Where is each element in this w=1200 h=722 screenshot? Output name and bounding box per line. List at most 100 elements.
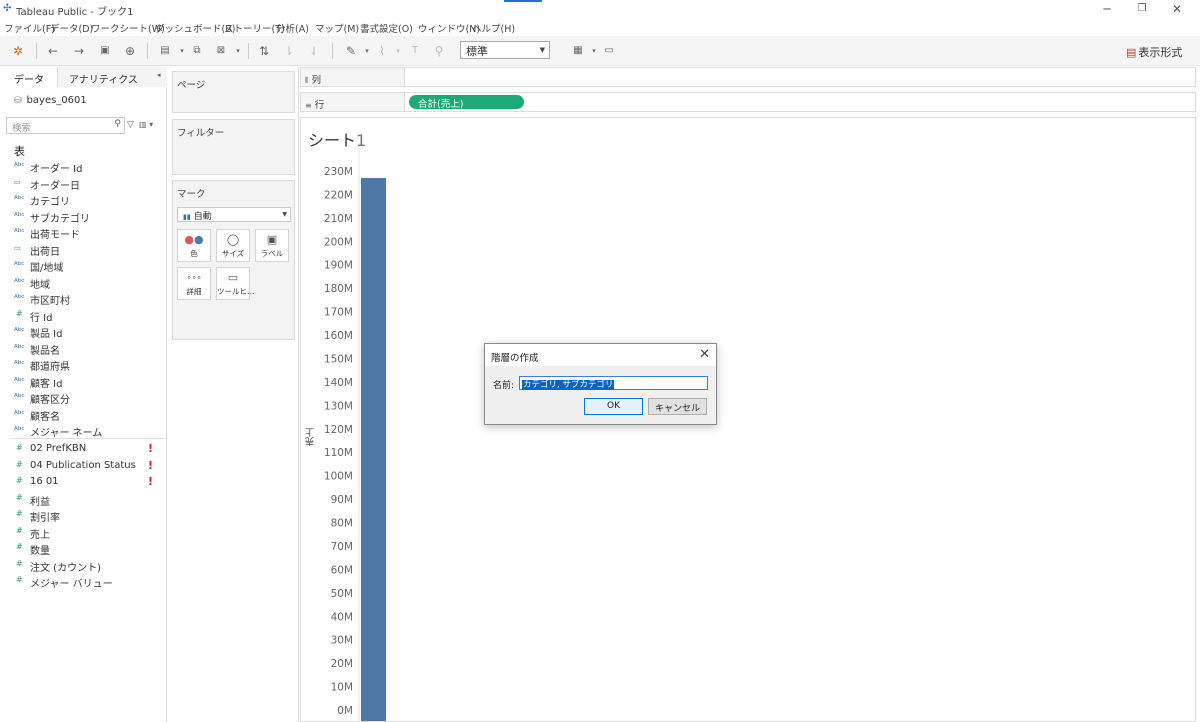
field-item[interactable]: Abc メジャー ネーム	[0, 423, 166, 439]
menu-map[interactable]: マップ(M)	[315, 21, 359, 35]
chevron-down-icon[interactable]: ▾	[390, 44, 406, 58]
label-button[interactable]: ▣ ラベル	[255, 229, 289, 262]
undo-icon[interactable]: ←	[45, 44, 61, 58]
abc-icon: Abc	[14, 409, 25, 416]
ok-button[interactable]: OK	[584, 398, 643, 415]
group-icon[interactable]: ⌇	[374, 44, 390, 58]
measure-item[interactable]: # 注文 (カウント)	[0, 558, 166, 574]
measure-item[interactable]: # 売上	[0, 525, 166, 541]
tableau-start-icon[interactable]: ✲	[10, 44, 26, 58]
menu-file[interactable]: ファイル(F)	[4, 21, 55, 35]
field-item[interactable]: Abc 顧客名	[0, 407, 166, 423]
pages-card[interactable]: ページ	[172, 71, 295, 113]
field-item[interactable]: Abc 都道府県	[0, 357, 166, 373]
field-item[interactable]: Abc 顧客 Id	[0, 374, 166, 390]
abc-icon: Abc	[14, 162, 25, 168]
clear-sheet-icon[interactable]: ⊠	[213, 44, 229, 58]
sort-desc-icon[interactable]: ⇃	[306, 44, 322, 58]
field-item[interactable]: Abc 顧客区分	[0, 390, 166, 406]
columns-drop-area[interactable]	[404, 68, 1195, 86]
field-label: 16 01	[30, 476, 59, 487]
tables-heading: 表	[14, 145, 25, 158]
close-icon[interactable]: ✕	[1167, 2, 1187, 16]
columns-icon: ⦀	[305, 76, 309, 85]
field-item[interactable]: Abc サブカテゴリ	[0, 209, 166, 225]
rows-drop-area[interactable]: 合計(売上)	[404, 93, 1195, 111]
restore-icon[interactable]: ❐	[1132, 3, 1152, 14]
field-item[interactable]: Abc オーダー Id	[0, 159, 166, 175]
measure-item[interactable]: # 割引率	[0, 508, 166, 524]
y-tick-label: 130M	[324, 400, 353, 412]
bar-mark[interactable]	[361, 178, 386, 721]
field-item[interactable]: # 行 Id	[0, 308, 166, 324]
tab-data[interactable]: データ	[0, 67, 58, 87]
search-input[interactable]: 検索 ⚲	[6, 117, 125, 134]
field-item[interactable]: ▭ 出荷日	[0, 242, 166, 258]
measure-item[interactable]: #02 PrefKBN!	[0, 442, 166, 458]
field-item[interactable]: Abc 出荷モード	[0, 225, 166, 241]
menu-analysis[interactable]: 分析(A)	[276, 21, 309, 35]
menu-worksheet[interactable]: ワークシート(W)	[91, 21, 165, 35]
field-item[interactable]: ▭ オーダー日	[0, 176, 166, 192]
new-sheet-icon[interactable]: ▤	[157, 44, 173, 58]
color-button[interactable]: ●● 色	[177, 229, 211, 262]
measure-item[interactable]: # メジャー バリュー	[0, 574, 166, 590]
field-label: 都道府県	[30, 362, 70, 373]
size-button[interactable]: ◯ サイズ	[216, 229, 250, 262]
cancel-button[interactable]: キャンセル	[648, 398, 707, 415]
menu-window[interactable]: ウィンドウ(N)	[418, 21, 480, 35]
filters-card[interactable]: フィルター	[172, 119, 295, 175]
y-tick-label: 140M	[324, 377, 353, 389]
chevron-down-icon[interactable]: ▾	[230, 44, 246, 58]
datasource-item[interactable]: ⛁ bayes_0601	[14, 95, 87, 106]
menu-format[interactable]: 書式設定(O)	[360, 21, 413, 35]
filter-icon[interactable]: ▽	[127, 120, 134, 130]
hierarchy-name-input[interactable]: カテゴリ, サブカテゴリ	[519, 376, 708, 390]
field-label: 地域	[30, 279, 50, 291]
y-tick-label: 50M	[331, 588, 353, 600]
field-item[interactable]: Abc 地域	[0, 275, 166, 291]
show-labels-icon[interactable]: T	[407, 44, 423, 58]
minimize-icon[interactable]: ─	[1097, 2, 1117, 16]
measure-item[interactable]: #16 01!	[0, 475, 166, 491]
view-options-icon[interactable]: ▥ ▾	[139, 120, 153, 129]
field-item[interactable]: Abc カテゴリ	[0, 192, 166, 208]
mark-type-value: 自動	[193, 212, 212, 222]
abc-icon: Abc	[14, 343, 25, 350]
mark-type-select[interactable]: ▮▮ 自動 ▼	[177, 207, 291, 222]
chevron-down-icon[interactable]: ▾	[586, 44, 602, 58]
chevron-down-icon[interactable]: ▾	[174, 44, 190, 58]
menu-help[interactable]: ヘルプ(H)	[472, 21, 515, 35]
sort-asc-icon[interactable]: ⇂	[281, 44, 297, 58]
menu-data[interactable]: データ(D)	[50, 21, 93, 35]
detail-button[interactable]: ∘∘∘ 詳細	[177, 267, 211, 300]
new-datasource-icon[interactable]: ⊕	[122, 44, 138, 58]
tab-analytics[interactable]: アナリティクス	[58, 67, 167, 87]
close-icon[interactable]: ✕	[699, 347, 710, 362]
rows-icon: ≡	[305, 101, 312, 110]
measure-item[interactable]: # 数量	[0, 541, 166, 557]
show-me-button[interactable]: ▤ 表示形式	[1126, 44, 1182, 60]
field-item[interactable]: Abc 製品 Id	[0, 324, 166, 340]
collapse-pane-icon[interactable]: ◂	[157, 71, 161, 79]
y-tick-label: 10M	[331, 682, 353, 694]
field-item[interactable]: Abc 市区町村	[0, 291, 166, 307]
pin-icon[interactable]: ⚲	[431, 44, 447, 58]
measure-item[interactable]: # 利益	[0, 492, 166, 508]
duplicate-sheet-icon[interactable]: ⧉	[189, 44, 205, 58]
redo-icon[interactable]: →	[71, 44, 87, 58]
sum-sales-pill[interactable]: 合計(売上)	[409, 95, 524, 110]
highlight-icon[interactable]: ✎	[343, 44, 359, 58]
show-cards-icon[interactable]: ▦	[570, 44, 586, 58]
pages-card-title: ページ	[177, 80, 206, 91]
swap-icon[interactable]: ⇅	[256, 44, 272, 58]
tooltip-button[interactable]: ▭ ツールヒ…	[216, 267, 255, 300]
measure-item[interactable]: #04 Publication Status!	[0, 459, 166, 475]
field-item[interactable]: Abc 国/地域	[0, 258, 166, 274]
fit-select[interactable]: 標準 ▼	[460, 41, 550, 59]
chevron-down-icon[interactable]: ▾	[359, 44, 375, 58]
save-icon[interactable]: ▣	[97, 44, 113, 58]
field-item[interactable]: Abc 製品名	[0, 341, 166, 357]
name-label: 名前:	[493, 381, 515, 391]
presentation-icon[interactable]: ▭	[601, 44, 617, 58]
